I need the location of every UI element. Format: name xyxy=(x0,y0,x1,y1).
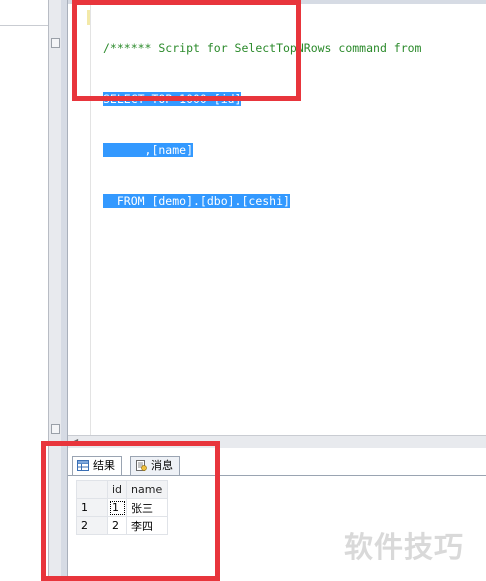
scroll-grip[interactable] xyxy=(51,38,60,48)
watermark-text: 软件技巧 xyxy=(344,530,465,564)
code-line-name: ,[name] xyxy=(103,143,194,157)
explorer-divider xyxy=(0,25,48,26)
code-line-from: FROM [demo].[dbo].[ceshi] xyxy=(103,194,290,208)
highlight-box-query xyxy=(72,0,301,101)
splitter-grip[interactable] xyxy=(51,424,60,434)
highlight-box-results xyxy=(41,441,220,581)
